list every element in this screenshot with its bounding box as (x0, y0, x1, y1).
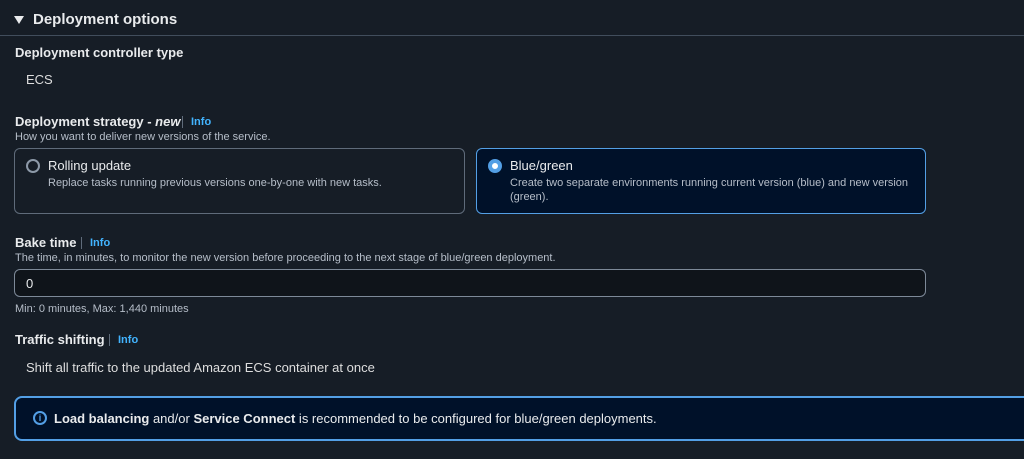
rolling-update-description: Replace tasks running previous versions … (48, 177, 382, 189)
blue-green-radio[interactable] (488, 159, 502, 173)
rolling-update-title: Rolling update (48, 158, 132, 173)
controller-label: Deployment controller type (15, 45, 184, 60)
controller-value: ECS (26, 72, 53, 87)
bake-time-input[interactable] (14, 269, 926, 297)
deployment-options-page: Deployment options Deployment controller… (0, 0, 1024, 459)
strategy-info-link[interactable]: Info (182, 116, 211, 128)
alert-text: Load balancing and/or Service Connect is… (54, 411, 657, 426)
alert-bold-load-balancing: Load balancing (54, 411, 150, 426)
blue-green-tile[interactable]: Blue/green Create two separate environme… (476, 148, 926, 214)
traffic-shifting-info-link[interactable]: Info (109, 334, 138, 346)
bake-time-constraint: Min: 0 minutes, Max: 1,440 minutes (15, 303, 189, 315)
section-title: Deployment options (33, 11, 178, 28)
alert-bold-service-connect: Service Connect (193, 411, 296, 426)
caret-down-icon (14, 15, 24, 24)
rolling-update-radio[interactable] (26, 159, 40, 173)
traffic-shifting-label: Traffic shifting (15, 332, 105, 347)
info-circle-icon: i (33, 411, 47, 425)
traffic-shifting-value: Shift all traffic to the updated Amazon … (26, 360, 375, 375)
alert-text-part1: and/or (149, 411, 194, 426)
section-toggle[interactable]: Deployment options (14, 11, 177, 28)
bake-time-description: The time, in minutes, to monitor the new… (15, 252, 556, 264)
bake-time-label: Bake time (15, 235, 77, 250)
blue-green-description: Create two separate environments running… (510, 177, 909, 203)
section-header: Deployment options (0, 0, 1024, 36)
blue-green-title: Blue/green (510, 158, 573, 173)
strategy-label-text: Deployment strategy - (15, 114, 156, 129)
info-alert: i Load balancing and/or Service Connect … (14, 396, 1024, 441)
strategy-description: How you want to deliver new versions of … (15, 131, 271, 143)
strategy-label: Deployment strategy - new (15, 114, 180, 129)
strategy-label-new: new (155, 114, 181, 129)
rolling-update-tile[interactable]: Rolling update Replace tasks running pre… (14, 148, 465, 214)
alert-text-part2: is recommended to be configured for blue… (295, 411, 657, 426)
bake-time-info-link[interactable]: Info (81, 237, 110, 249)
